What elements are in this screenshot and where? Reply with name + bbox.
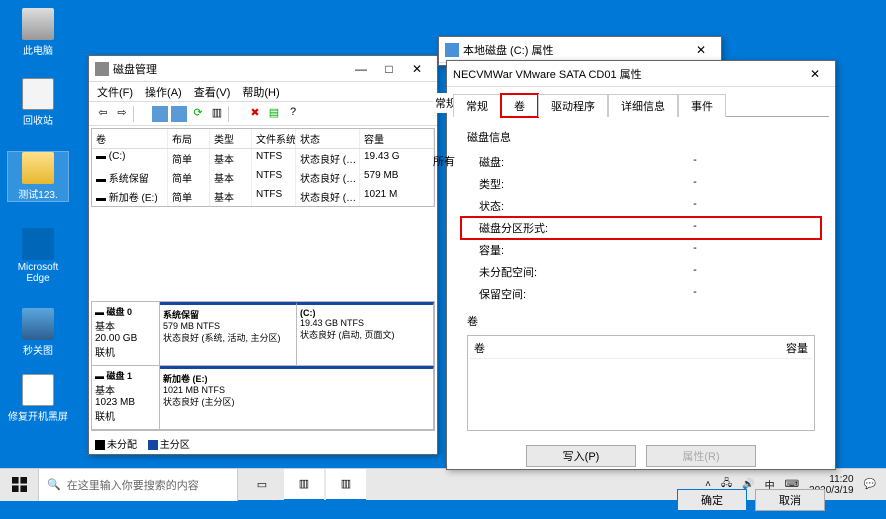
cancel-button[interactable]: 取消 xyxy=(755,489,825,511)
help-icon[interactable]: ? xyxy=(285,106,301,122)
back-button[interactable]: ⇦ xyxy=(95,106,111,122)
disk-panel[interactable]: ▬ 磁盘 0基本20.00 GB联机系统保留579 MB NTFS状态良好 (系… xyxy=(91,301,435,431)
info-row: 磁盘:- xyxy=(461,151,821,173)
volume-row[interactable]: ▬ 系统保留简单基本NTFS状态良好 (…579 MB xyxy=(92,168,434,187)
info-row: 未分配空间:- xyxy=(461,261,821,283)
desktop-icon-Microsoft Edge[interactable]: Microsoft Edge xyxy=(8,228,68,284)
desktop-icon-测试123.[interactable]: 测试123. xyxy=(8,152,68,201)
col-volume: 卷 xyxy=(474,340,786,356)
disk-label: ▬ 磁盘 0基本20.00 GB联机 xyxy=(92,302,160,365)
write-button[interactable]: 写入(P) xyxy=(526,445,636,467)
tab-详细信息[interactable]: 详细信息 xyxy=(608,94,678,117)
desktop-icon-修复开机黑屏[interactable]: 修复开机黑屏 xyxy=(8,374,68,423)
disk-row[interactable]: ▬ 磁盘 1基本1023 MB联机新加卷 (E:)1021 MB NTFS状态良… xyxy=(92,366,434,430)
group-volumes: 卷 xyxy=(467,313,821,329)
menubar: 文件(F) 操作(A) 查看(V) 帮助(H) xyxy=(89,82,437,102)
tab-常规[interactable]: 常规 xyxy=(453,94,501,117)
task-view-button[interactable]: ▭ xyxy=(242,469,282,501)
behind-label: 所有 xyxy=(433,153,455,169)
desktop-icon-此电脑[interactable]: 此电脑 xyxy=(8,8,68,57)
window-title: 磁盘管理 xyxy=(113,61,157,77)
properties-button: 属性(R) xyxy=(646,445,756,467)
col-capacity: 容量 xyxy=(786,340,808,356)
column-header[interactable]: 容量 xyxy=(360,129,434,148)
info-row: 类型:- xyxy=(461,173,821,195)
info-row: 状态:- xyxy=(461,195,821,217)
app-icon xyxy=(22,78,54,110)
search-icon: 🔍 xyxy=(47,478,61,491)
close-button[interactable]: ✕ xyxy=(801,67,829,81)
window-title: 本地磁盘 (C:) 属性 xyxy=(463,42,553,58)
menu-item[interactable]: 文件(F) xyxy=(97,84,133,99)
volume-row[interactable]: ▬ 新加卷 (E:)简单基本NTFS状态良好 (…1021 M xyxy=(92,187,434,206)
taskbar-app-1[interactable]: ▥ xyxy=(284,469,324,501)
tab-驱动程序[interactable]: 驱动程序 xyxy=(538,94,608,117)
volume-box[interactable]: 卷 容量 xyxy=(467,335,815,431)
info-row: 容量:- xyxy=(461,239,821,261)
column-header[interactable]: 布局 xyxy=(168,129,210,148)
info-row: 保留空间:- xyxy=(461,283,821,305)
column-header[interactable]: 文件系统 xyxy=(252,129,296,148)
menu-item[interactable]: 帮助(H) xyxy=(242,84,279,99)
column-header[interactable]: 类型 xyxy=(210,129,252,148)
forward-button[interactable]: ⇨ xyxy=(114,106,130,122)
legend: 未分配 主分区 xyxy=(89,433,437,454)
tab-strip: 常规卷驱动程序详细信息事件 xyxy=(447,87,835,116)
start-button[interactable] xyxy=(0,469,38,501)
menu-item[interactable]: 查看(V) xyxy=(194,84,231,99)
group-disk-info: 磁盘信息 xyxy=(467,129,821,145)
column-header[interactable]: 卷 xyxy=(92,129,168,148)
partition[interactable]: (C:)19.43 GB NTFS状态良好 (启动, 页面文) xyxy=(297,302,434,365)
drive-icon xyxy=(445,43,459,57)
app-icon xyxy=(22,308,54,340)
disk-label: ▬ 磁盘 1基本1023 MB联机 xyxy=(92,366,160,429)
desktop-icon-秒关图[interactable]: 秒关图 xyxy=(8,308,68,357)
menu-item[interactable]: 操作(A) xyxy=(145,84,182,99)
info-row: 磁盘分区形式:- xyxy=(461,217,821,239)
tree-icon[interactable] xyxy=(152,106,168,122)
ok-button[interactable]: 确定 xyxy=(677,489,747,511)
tab-卷[interactable]: 卷 xyxy=(501,94,538,117)
disk-management-window: 磁盘管理 — □ ✕ 文件(F) 操作(A) 查看(V) 帮助(H) ⇦ ⇨ ⟳ ▥ … xyxy=(88,55,438,455)
app-icon xyxy=(22,228,54,260)
partition[interactable]: 新加卷 (E:)1021 MB NTFS状态良好 (主分区) xyxy=(160,366,434,429)
app-icon xyxy=(22,152,54,184)
cd-properties-dialog: NECVMWar VMware SATA CD01 属性 ✕ 常规 所有 常规卷… xyxy=(446,60,836,470)
partition[interactable]: 系统保留579 MB NTFS状态良好 (系统, 活动, 主分区) xyxy=(160,302,297,365)
window-title: NECVMWar VMware SATA CD01 属性 xyxy=(453,66,642,82)
volume-row[interactable]: ▬ (C:)简单基本NTFS状态良好 (…19.43 G xyxy=(92,149,434,168)
notification-icon[interactable]: 💬 xyxy=(864,479,876,490)
titlebar[interactable]: 磁盘管理 — □ ✕ xyxy=(89,56,437,82)
close-button[interactable]: ✕ xyxy=(403,62,431,76)
close-button[interactable]: ✕ xyxy=(687,43,715,57)
taskbar-app-2[interactable]: ▥ xyxy=(326,469,366,501)
titlebar[interactable]: NECVMWar VMware SATA CD01 属性 ✕ xyxy=(447,61,835,87)
search-input[interactable]: 🔍 在这里输入你要搜索的内容 xyxy=(38,469,238,501)
disk-row[interactable]: ▬ 磁盘 0基本20.00 GB联机系统保留579 MB NTFS状态良好 (系… xyxy=(92,302,434,366)
prop-icon[interactable]: ▤ xyxy=(266,106,282,122)
toolbar: ⇦ ⇨ ⟳ ▥ ✖ ▤ ? xyxy=(89,102,437,126)
app-icon xyxy=(22,8,54,40)
tab-事件[interactable]: 事件 xyxy=(678,94,726,117)
list-icon[interactable] xyxy=(171,106,187,122)
volume-list[interactable]: 卷布局类型文件系统状态容量 ▬ (C:)简单基本NTFS状态良好 (…19.43… xyxy=(91,128,435,207)
wiz-icon[interactable]: ▥ xyxy=(209,106,225,122)
delete-icon[interactable]: ✖ xyxy=(247,106,263,122)
disk-icon xyxy=(95,62,109,76)
maximize-button[interactable]: □ xyxy=(375,62,403,76)
refresh-icon[interactable]: ⟳ xyxy=(190,106,206,122)
minimize-button[interactable]: — xyxy=(347,62,375,76)
desktop-icon-回收站[interactable]: 回收站 xyxy=(8,78,68,127)
app-icon xyxy=(22,374,54,406)
column-header[interactable]: 状态 xyxy=(296,129,360,148)
